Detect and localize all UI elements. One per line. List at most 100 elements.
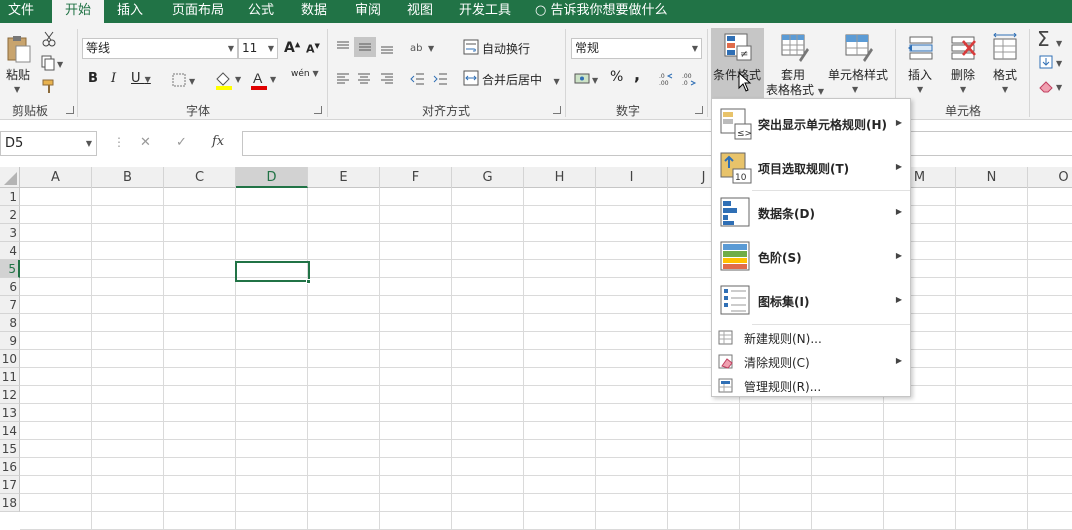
cancel-edit-button[interactable]: ✕ [140, 135, 151, 150]
row-header-8[interactable]: 8 [0, 314, 20, 332]
tab-formulas[interactable]: 公式 [238, 0, 284, 23]
row-header-14[interactable]: 14 [0, 422, 20, 440]
insert-cells-dropdown[interactable]: ▼ [917, 81, 923, 95]
column-header-c[interactable]: C [164, 167, 236, 188]
row-header-16[interactable]: 16 [0, 458, 20, 476]
tab-file[interactable]: 文件 [0, 0, 42, 23]
formula-input[interactable] [242, 131, 1072, 156]
row-header-18[interactable]: 18 [0, 494, 20, 512]
format-as-table-icon[interactable] [778, 31, 810, 63]
tab-developer[interactable]: 开发工具 [453, 0, 517, 23]
paste-icon[interactable] [4, 33, 32, 65]
copy-icon[interactable]: ▼ [40, 54, 66, 72]
italic-button[interactable]: I [111, 71, 116, 86]
row-header-3[interactable]: 3 [0, 224, 20, 242]
merge-center-button[interactable]: 合并后居中 ▼ [482, 71, 560, 88]
row-header-15[interactable]: 15 [0, 440, 20, 458]
underline-button[interactable]: U ▼ [131, 71, 151, 86]
tab-data[interactable]: 数据 [292, 0, 336, 23]
menu-item-color-scales[interactable]: 色阶(S) ▶ [712, 235, 910, 279]
column-header-a[interactable]: A [20, 167, 92, 188]
shrink-font-button[interactable]: A▼ [306, 42, 320, 56]
column-header-g[interactable]: G [452, 167, 524, 188]
delete-cells-dropdown[interactable]: ▼ [960, 81, 966, 95]
format-cells-icon[interactable] [990, 31, 1020, 63]
align-left-icon[interactable] [333, 69, 353, 89]
font-size-select[interactable]: 11 ▼ [238, 38, 278, 59]
align-center-icon[interactable] [354, 69, 374, 89]
tab-page-layout[interactable]: 页面布局 [163, 0, 233, 23]
align-right-icon[interactable] [377, 69, 397, 89]
column-header-f[interactable]: F [380, 167, 452, 188]
row-header-11[interactable]: 11 [0, 368, 20, 386]
column-header-d[interactable]: D [236, 167, 308, 188]
cell-styles-icon[interactable] [842, 31, 874, 63]
align-bottom-icon[interactable] [377, 37, 397, 57]
number-launcher-icon[interactable] [695, 106, 703, 114]
clipboard-launcher-icon[interactable] [66, 106, 74, 114]
name-box[interactable]: D5 ▼ [0, 131, 97, 156]
tell-me-box[interactable]: ○ 告诉我你想要做什么 [535, 0, 668, 23]
bold-button[interactable]: B [88, 71, 98, 86]
comma-button[interactable]: , [634, 65, 640, 84]
row-header-12[interactable]: 12 [0, 386, 20, 404]
row-header-7[interactable]: 7 [0, 296, 20, 314]
cut-icon[interactable] [40, 30, 58, 48]
percent-button[interactable]: % [610, 69, 623, 85]
align-middle-icon[interactable] [354, 37, 376, 57]
increase-indent-icon[interactable] [431, 69, 451, 89]
insert-function-button[interactable]: fx [212, 134, 224, 149]
borders-icon[interactable]: ▼ [171, 71, 201, 89]
font-name-select[interactable]: 等线 ▼ [82, 38, 238, 59]
row-header-4[interactable]: 4 [0, 242, 20, 260]
menu-item-highlight-rules[interactable]: ≤> 突出显示单元格规则(H) ▶ [712, 102, 910, 146]
cell-styles-dropdown[interactable]: ▼ [852, 81, 858, 95]
paste-dropdown-arrow[interactable]: ▼ [14, 81, 20, 95]
row-header-5[interactable]: 5 [0, 260, 20, 278]
row-header-6[interactable]: 6 [0, 278, 20, 296]
wrap-text-button[interactable]: 自动换行 [482, 40, 530, 57]
menu-item-icon-sets[interactable]: 图标集(I) ▶ [712, 279, 910, 323]
orientation-icon[interactable]: ab ▼ [408, 37, 438, 57]
active-cell[interactable] [235, 261, 310, 282]
format-painter-icon[interactable] [40, 77, 58, 95]
menu-item-new-rule[interactable]: 新建规则(N)... [712, 326, 910, 350]
row-header-2[interactable]: 2 [0, 206, 20, 224]
tab-home[interactable]: 开始 [52, 0, 104, 23]
merge-center-icon[interactable] [462, 69, 480, 87]
menu-item-clear-rules[interactable]: 清除规则(C) ▶ [712, 350, 910, 374]
column-header-o[interactable]: O [1028, 167, 1072, 188]
cell-grid[interactable] [20, 188, 1072, 530]
column-header-h[interactable]: H [524, 167, 596, 188]
wrap-text-icon[interactable] [462, 38, 480, 56]
row-header-13[interactable]: 13 [0, 404, 20, 422]
phonetic-button[interactable]: wén ▼ [291, 69, 319, 79]
number-format-select[interactable]: 常规 ▼ [571, 38, 702, 59]
select-all-button[interactable] [0, 167, 20, 188]
font-launcher-icon[interactable] [314, 106, 322, 114]
column-header-i[interactable]: I [596, 167, 668, 188]
row-header-9[interactable]: 9 [0, 332, 20, 350]
accounting-format-icon[interactable]: ▼ [573, 69, 603, 89]
column-header-e[interactable]: E [308, 167, 380, 188]
menu-item-top-bottom-rules[interactable]: 10 项目选取规则(T) ▶ [712, 146, 910, 190]
decrease-indent-icon[interactable] [408, 69, 428, 89]
tab-view[interactable]: 视图 [398, 0, 442, 23]
enter-edit-button[interactable]: ✓ [176, 135, 187, 150]
increase-decimal-icon[interactable]: .0.00 [657, 69, 677, 89]
alignment-launcher-icon[interactable] [553, 106, 561, 114]
row-header-17[interactable]: 17 [0, 476, 20, 494]
delete-cells-icon[interactable] [948, 31, 978, 63]
fill-color-icon[interactable]: ▼ [213, 69, 245, 91]
tab-insert[interactable]: 插入 [108, 0, 152, 23]
decrease-decimal-icon[interactable]: .00.0 [680, 69, 700, 89]
row-header-1[interactable]: 1 [0, 188, 20, 206]
menu-item-data-bars[interactable]: 数据条(D) ▶ [712, 191, 910, 235]
grow-font-button[interactable]: A▲ [284, 40, 300, 56]
tab-review[interactable]: 审阅 [346, 0, 390, 23]
format-cells-dropdown[interactable]: ▼ [1002, 81, 1008, 95]
clear-icon[interactable]: ▼ [1037, 77, 1067, 95]
column-header-n[interactable]: N [956, 167, 1028, 188]
autosum-button[interactable]: Σ ▼ [1037, 27, 1062, 51]
row-header-10[interactable]: 10 [0, 350, 20, 368]
